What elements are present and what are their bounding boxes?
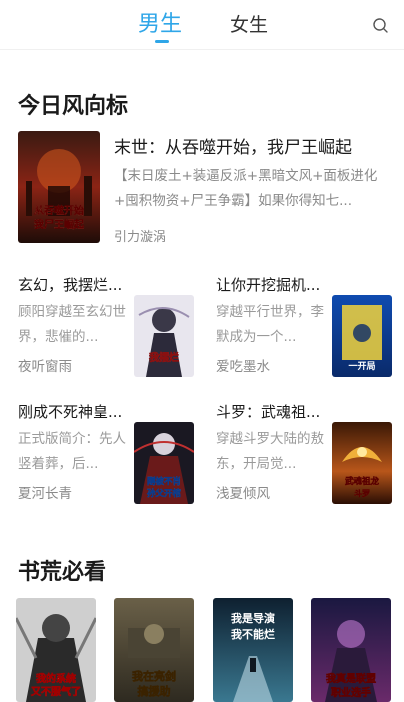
cover-3-title-line2: 孙父开棺 [147,488,182,499]
section-title-today: 今日风向标 [18,94,129,119]
must-read-cover-3[interactable]: 我是导演 我不能烂 [213,598,293,702]
book-description-3: 正式版简介：先人竖着葬，后... [18,431,126,472]
must-read-cover-2[interactable]: 我在亮剑 搞援助 [114,598,194,702]
tab-male[interactable]: 男生 [138,6,182,38]
top-tab-bar: 男生 女生 [0,0,404,50]
must-read-cover-1-line1: 我的系统 [36,672,76,685]
must-read-cover-4-line1: 我真是联盟 [326,672,376,685]
book-title-2[interactable]: 让你开挖掘机... [216,274,334,295]
book-title-1[interactable]: 玄幻，我摆烂... [18,274,136,295]
search-icon[interactable] [372,17,390,35]
must-read-cover-2-line1: 我在亮剑 [132,669,176,683]
must-read-cover-3-line2: 我不能烂 [231,627,275,641]
book-description-4: 穿越斗罗大陆的敖东，开局觉... [216,431,324,472]
cover-2-title: 一开局 [348,361,375,372]
book-cover-4[interactable]: 武魂祖龙 斗罗 [332,422,392,504]
featured-cover-title-line1: 从吞噬开始 [34,204,84,217]
book-author-3: 夏河长青 [18,486,72,502]
cover-3-title-line1: 刚被不肖 [147,476,181,487]
book-description-2: 穿越平行世界，李默成为一个... [216,304,324,345]
book-cover-2[interactable]: 一开局 [332,295,392,377]
featured-book-description: 【末日废土+装逼反派+黑暗文风+面板进化+囤积物资+尸王争霸】如果你得知七... [114,168,378,209]
cover-4-title-line1: 武魂祖龙 [345,476,380,487]
must-read-cover-3-line1: 我是导演 [231,611,275,625]
book-author-1: 夜听窗雨 [18,359,72,375]
book-description-1: 顾阳穿越至玄幻世界，悲催的... [18,304,126,345]
must-read-cover-1-line2: 又不服气了 [30,685,81,698]
cover-4-title-line2: 斗罗 [354,489,370,498]
must-read-cover-4[interactable]: 我真是联盟 职业选手 [311,598,391,702]
book-title-3[interactable]: 刚成不死神皇... [18,401,136,422]
must-read-cover-2-line2: 搞援助 [138,684,171,698]
book-author-2: 爱吃墨水 [216,359,270,375]
book-author-4: 浅夏倾风 [216,486,270,502]
featured-book-cover[interactable]: 从吞噬开始 我尸王崛起 [18,131,100,243]
featured-book-title[interactable]: 末世：从吞噬开始，我尸王崛起 [114,133,352,158]
cover-1-title: 我摆烂 [149,351,179,364]
book-title-4[interactable]: 斗罗：武魂祖... [216,401,334,422]
featured-book-author: 引力漩涡 [114,230,167,245]
must-read-cover-1[interactable]: 我的系统 又不服气了 [16,598,96,702]
featured-cover-title-line2: 我尸王崛起 [34,218,85,231]
book-cover-1[interactable]: 我摆烂 [134,295,194,377]
book-cover-3[interactable]: 刚被不肖 孙父开棺 [134,422,194,504]
tab-female[interactable]: 女生 [230,10,268,37]
must-read-cover-4-line2: 职业选手 [331,686,371,699]
active-tab-indicator [155,40,169,43]
section-title-must-read: 书荒必看 [18,560,107,585]
